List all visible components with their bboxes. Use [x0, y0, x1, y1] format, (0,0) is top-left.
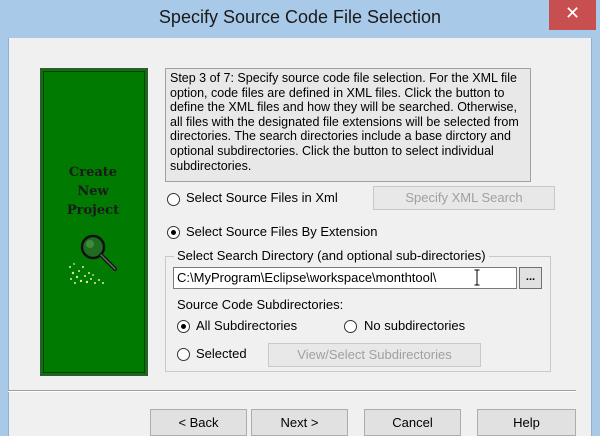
- radio-selected-subdirectories-label[interactable]: Selected: [196, 346, 247, 361]
- radio-extension-label[interactable]: Select Source Files By Extension: [186, 224, 377, 239]
- radio-extension[interactable]: [167, 226, 180, 239]
- radio-selected-subdirectories[interactable]: [177, 348, 190, 361]
- radio-all-subdirectories[interactable]: [177, 320, 190, 333]
- radio-xml[interactable]: [167, 193, 180, 206]
- text-cursor-icon: [474, 269, 480, 286]
- caption-line-1: Create: [68, 165, 118, 180]
- next-button[interactable]: Next >: [251, 409, 348, 436]
- view-select-subdirectories-button[interactable]: View/Select Subdirectories: [268, 343, 481, 367]
- caption-line-2: New: [77, 184, 109, 199]
- back-button[interactable]: < Back: [150, 409, 247, 436]
- side-panel-caption: Create New Project: [41, 163, 145, 220]
- radio-no-subdirectories-label[interactable]: No subdirectories: [364, 318, 465, 333]
- specify-xml-search-button[interactable]: Specify XML Search: [373, 186, 555, 210]
- search-directory-input[interactable]: C:\MyProgram\Eclipse\workspace\monthtool…: [173, 267, 517, 289]
- wizard-side-panel: Create New Project: [40, 68, 148, 376]
- help-button[interactable]: Help: [477, 409, 576, 436]
- side-panel-inner: [43, 71, 145, 373]
- caption-line-3: Project: [66, 203, 120, 218]
- search-directory-group-title: Select Search Directory (and optional su…: [174, 248, 489, 263]
- radio-xml-label[interactable]: Select Source Files in Xml: [186, 190, 338, 205]
- window-title: Specify Source Code File Selection: [158, 7, 442, 27]
- close-button[interactable]: ✕: [549, 0, 596, 30]
- cancel-button[interactable]: Cancel: [364, 409, 461, 436]
- radio-no-subdirectories[interactable]: [344, 320, 357, 333]
- title-bar[interactable]: Specify Source Code File Selection ✕: [0, 0, 600, 38]
- browse-button[interactable]: ...: [519, 267, 542, 289]
- radio-all-subdirectories-label[interactable]: All Subdirectories: [196, 318, 297, 333]
- subdirectories-heading: Source Code Subdirectories:: [177, 297, 344, 312]
- step-description: Step 3 of 7: Specify source code file se…: [165, 68, 531, 182]
- close-icon: ✕: [564, 3, 581, 24]
- magnifier-icon: [69, 234, 117, 284]
- footer-separator: [8, 390, 576, 392]
